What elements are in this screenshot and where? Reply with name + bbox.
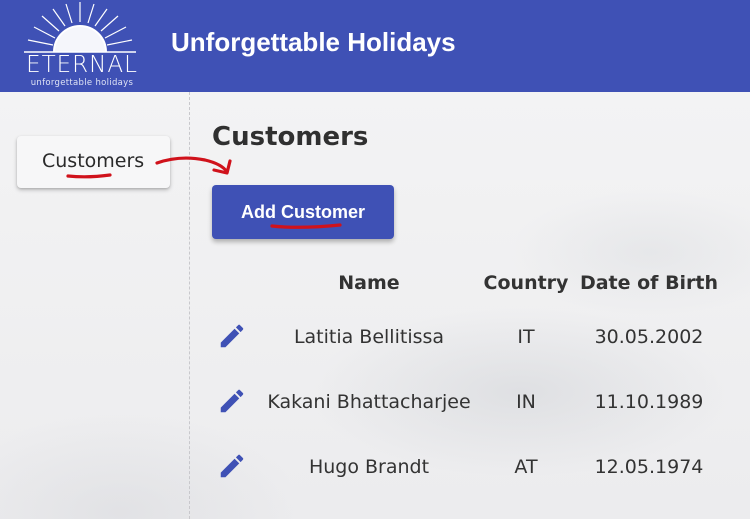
cell-date-of-birth: 12.05.1974 xyxy=(594,455,704,478)
edit-cell xyxy=(200,369,264,434)
table-row: Kakani Bhattacharjee IN 11.10.1989 xyxy=(200,369,720,434)
column-header-name[interactable]: Name xyxy=(264,262,474,304)
table-row: Hugo Brandt AT 12.05.1974 xyxy=(200,434,720,499)
app-title: Unforgettable Holidays xyxy=(171,27,456,57)
edit-cell xyxy=(200,304,264,369)
sidebar-item-label: Customers xyxy=(42,150,145,172)
edit-pencil-icon[interactable] xyxy=(215,447,249,481)
cell-country: IN xyxy=(516,390,536,413)
app-header: ETERNAL unforgettable holidays Unforgett… xyxy=(0,0,750,92)
cell-date-of-birth: 11.10.1989 xyxy=(594,390,704,413)
table-header-row: Name Country Date of Birth xyxy=(200,262,720,304)
column-header-country[interactable]: Country xyxy=(474,262,578,304)
add-customer-button[interactable]: Add Customer xyxy=(212,185,394,239)
cell-country: IT xyxy=(517,325,535,348)
edit-cell xyxy=(200,434,264,499)
logo-tagline: unforgettable holidays xyxy=(30,78,134,88)
cell-country: AT xyxy=(514,455,538,478)
column-header-edit xyxy=(200,262,264,304)
eternal-logo[interactable]: ETERNAL unforgettable holidays xyxy=(18,0,143,92)
column-header-date-of-birth[interactable]: Date of Birth xyxy=(578,262,720,304)
sidebar-item-customers[interactable]: Customers xyxy=(17,136,170,188)
cell-name: Hugo Brandt xyxy=(308,455,430,478)
cell-date-of-birth: 30.05.2002 xyxy=(594,325,704,348)
logo-wordmark: ETERNAL xyxy=(26,52,138,78)
page-title: Customers xyxy=(212,122,369,152)
sidebar-divider xyxy=(189,92,190,519)
cell-name: Kakani Bhattacharjee xyxy=(267,390,471,413)
edit-pencil-icon[interactable] xyxy=(215,382,249,416)
edit-pencil-icon[interactable] xyxy=(215,317,249,351)
cell-name: Latitia Bellitissa xyxy=(293,325,445,348)
customers-table: Name Country Date of Birth Latitia Belli… xyxy=(200,262,720,499)
table-row: Latitia Bellitissa IT 30.05.2002 xyxy=(200,304,720,369)
